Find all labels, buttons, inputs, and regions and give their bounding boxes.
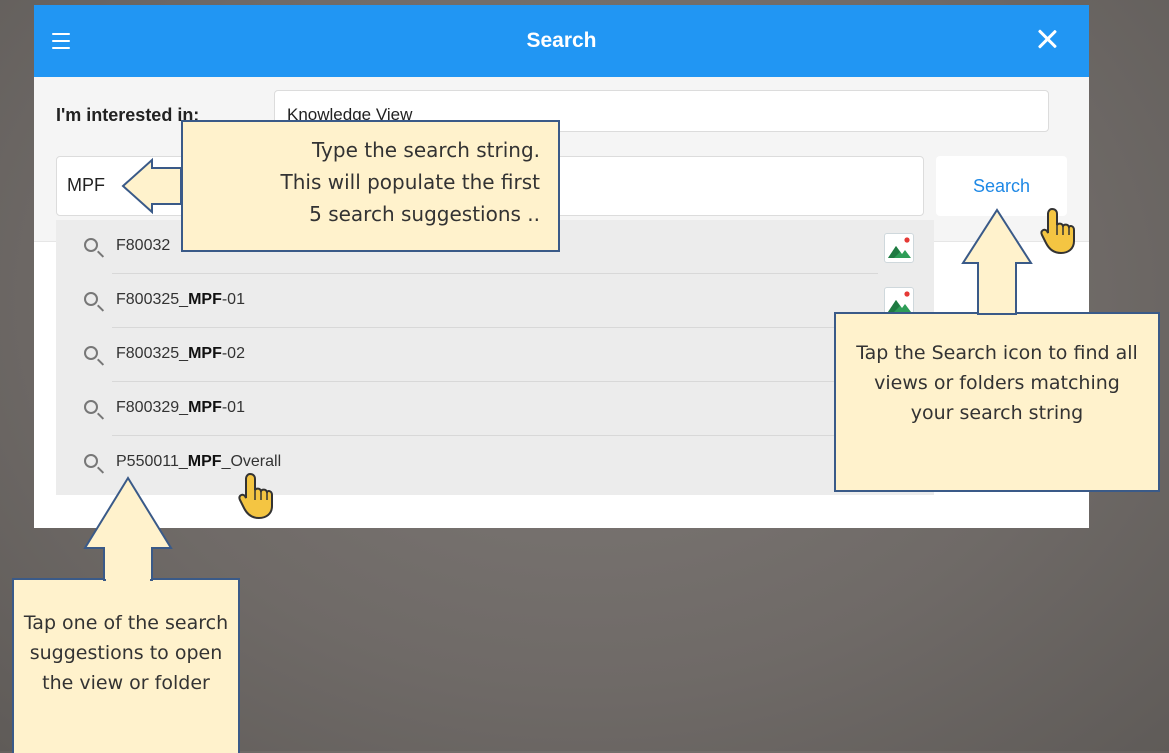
suggestion-text: F800325_MPF-02 [116,345,245,362]
callout-tap-search: Tap the Search icon to find all views or… [834,312,1160,492]
page-title: Search [526,29,597,52]
suggestion-list: F80032 F800325_MPF-01 F800325_MPF-02 F80… [56,220,934,495]
suggestion-item[interactable]: F800325_MPF-02 [56,328,934,382]
title-bar: Search [34,5,1089,77]
suggestion-item[interactable]: P550011_MPF_Overall [56,436,934,490]
suggestion-text: F80032 [116,237,171,254]
callout-type-search: Type the search string. This will popula… [181,120,560,252]
suggestion-text: P550011_MPF_Overall [116,453,282,470]
hand-pointer-icon [1040,207,1075,255]
search-icon [84,400,98,414]
suggestion-text: F800325_MPF-01 [116,291,245,308]
image-icon[interactable] [884,233,914,263]
suggestion-text: F800329_MPF-01 [116,399,245,416]
search-icon [84,454,98,468]
search-icon [84,238,98,252]
callout-line: This will populate the first [280,170,541,194]
search-icon [84,346,98,360]
callout-line: Type the search string. [311,138,540,162]
callout-line: 5 search suggestions .. [309,202,540,226]
close-icon[interactable] [1035,27,1059,51]
hand-pointer-icon [238,472,273,520]
suggestion-item[interactable]: F800329_MPF-01 [56,382,934,436]
interest-label: I'm interested in: [56,105,200,125]
suggestion-item[interactable]: F800325_MPF-01 [56,274,934,328]
search-icon [84,292,98,306]
callout-tap-suggestion: Tap one of the search suggestions to ope… [12,578,240,753]
